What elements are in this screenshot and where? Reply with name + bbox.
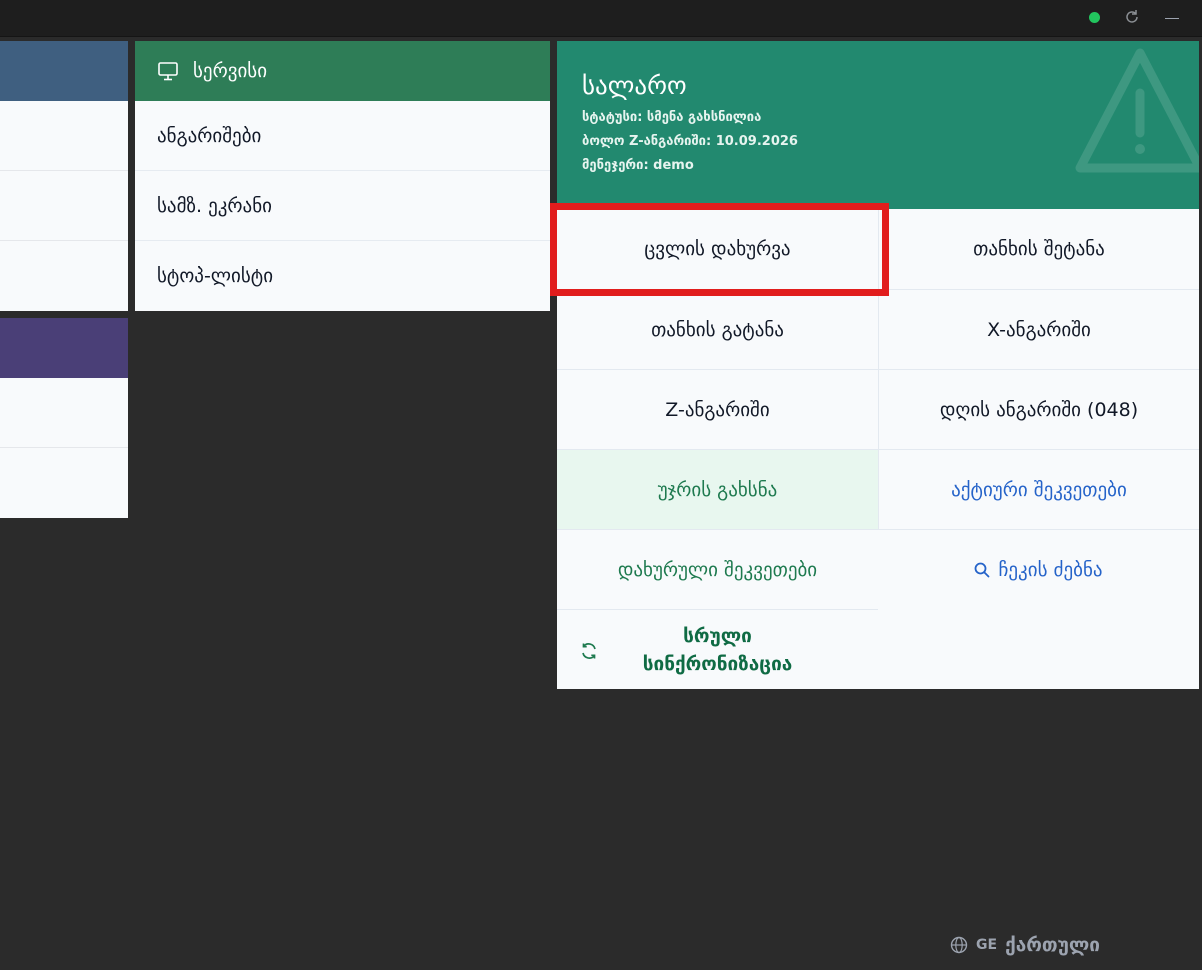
- list-item[interactable]: [0, 241, 128, 310]
- cash-in-button[interactable]: თანხის შეტანა: [878, 209, 1199, 290]
- cash-out-button[interactable]: თანხის გატანა: [557, 290, 878, 370]
- minimize-button[interactable]: [1162, 9, 1184, 27]
- globe-icon: [950, 936, 968, 954]
- left-panel-top-header: [0, 41, 128, 101]
- service-item-reports[interactable]: ანგარიშები: [135, 101, 550, 171]
- left-panel-top: [0, 41, 128, 311]
- language-name: ქართული: [1005, 934, 1100, 956]
- cashier-header: სალარო სტატუსი: სმენა გახსნილია ბოლო Z-ა…: [557, 41, 1199, 209]
- full-sync-label-line1: სრული: [683, 624, 752, 647]
- monitor-icon: [157, 60, 179, 82]
- search-icon: [974, 562, 990, 578]
- service-title: სერვისი: [193, 60, 268, 82]
- x-report-button[interactable]: X-ანგარიში: [878, 290, 1199, 370]
- service-panel: სერვისი ანგარიშები სამზ. ეკრანი სტოპ-ლის…: [135, 41, 550, 311]
- refresh-icon[interactable]: [1124, 9, 1140, 25]
- sync-icon: [579, 641, 599, 661]
- close-shift-button[interactable]: ცვლის დახურვა: [557, 209, 878, 290]
- list-item[interactable]: [0, 378, 128, 448]
- z-report-button[interactable]: Z-ანგარიში: [557, 370, 878, 450]
- warning-triangle-icon: [1075, 43, 1199, 183]
- left-panel-bottom: [0, 318, 128, 518]
- list-item[interactable]: [0, 171, 128, 241]
- cashier-panel: სალარო სტატუსი: სმენა გახსნილია ბოლო Z-ა…: [557, 41, 1199, 689]
- service-header: სერვისი: [135, 41, 550, 101]
- active-orders-button[interactable]: აქტიური შეკვეთები: [878, 450, 1199, 530]
- closed-orders-button[interactable]: დახურული შეკვეთები: [557, 530, 878, 610]
- list-item[interactable]: [0, 101, 128, 171]
- search-check-label: ჩეკის ძებნა: [998, 559, 1103, 581]
- language-code: GE: [976, 937, 998, 953]
- day-report-button[interactable]: დღის ანგარიში (048): [878, 370, 1199, 450]
- title-bar: [0, 0, 1202, 37]
- full-sync-label-line2: სინქრონიზაცია: [642, 652, 793, 675]
- search-check-button[interactable]: ჩეკის ძებნა: [878, 530, 1199, 610]
- service-item-stop-list[interactable]: სტოპ-ლისტი: [135, 241, 550, 311]
- full-sync-button[interactable]: სრული სინქრონიზაცია: [557, 610, 878, 689]
- list-item[interactable]: [0, 448, 128, 517]
- language-switcher[interactable]: GE ქართული: [950, 934, 1100, 956]
- open-drawer-button[interactable]: უჯრის გახსნა: [557, 450, 878, 530]
- left-panel-bottom-header: [0, 318, 128, 378]
- connection-status-dot: [1089, 12, 1100, 23]
- service-item-kitchen-screen[interactable]: სამზ. ეკრანი: [135, 171, 550, 241]
